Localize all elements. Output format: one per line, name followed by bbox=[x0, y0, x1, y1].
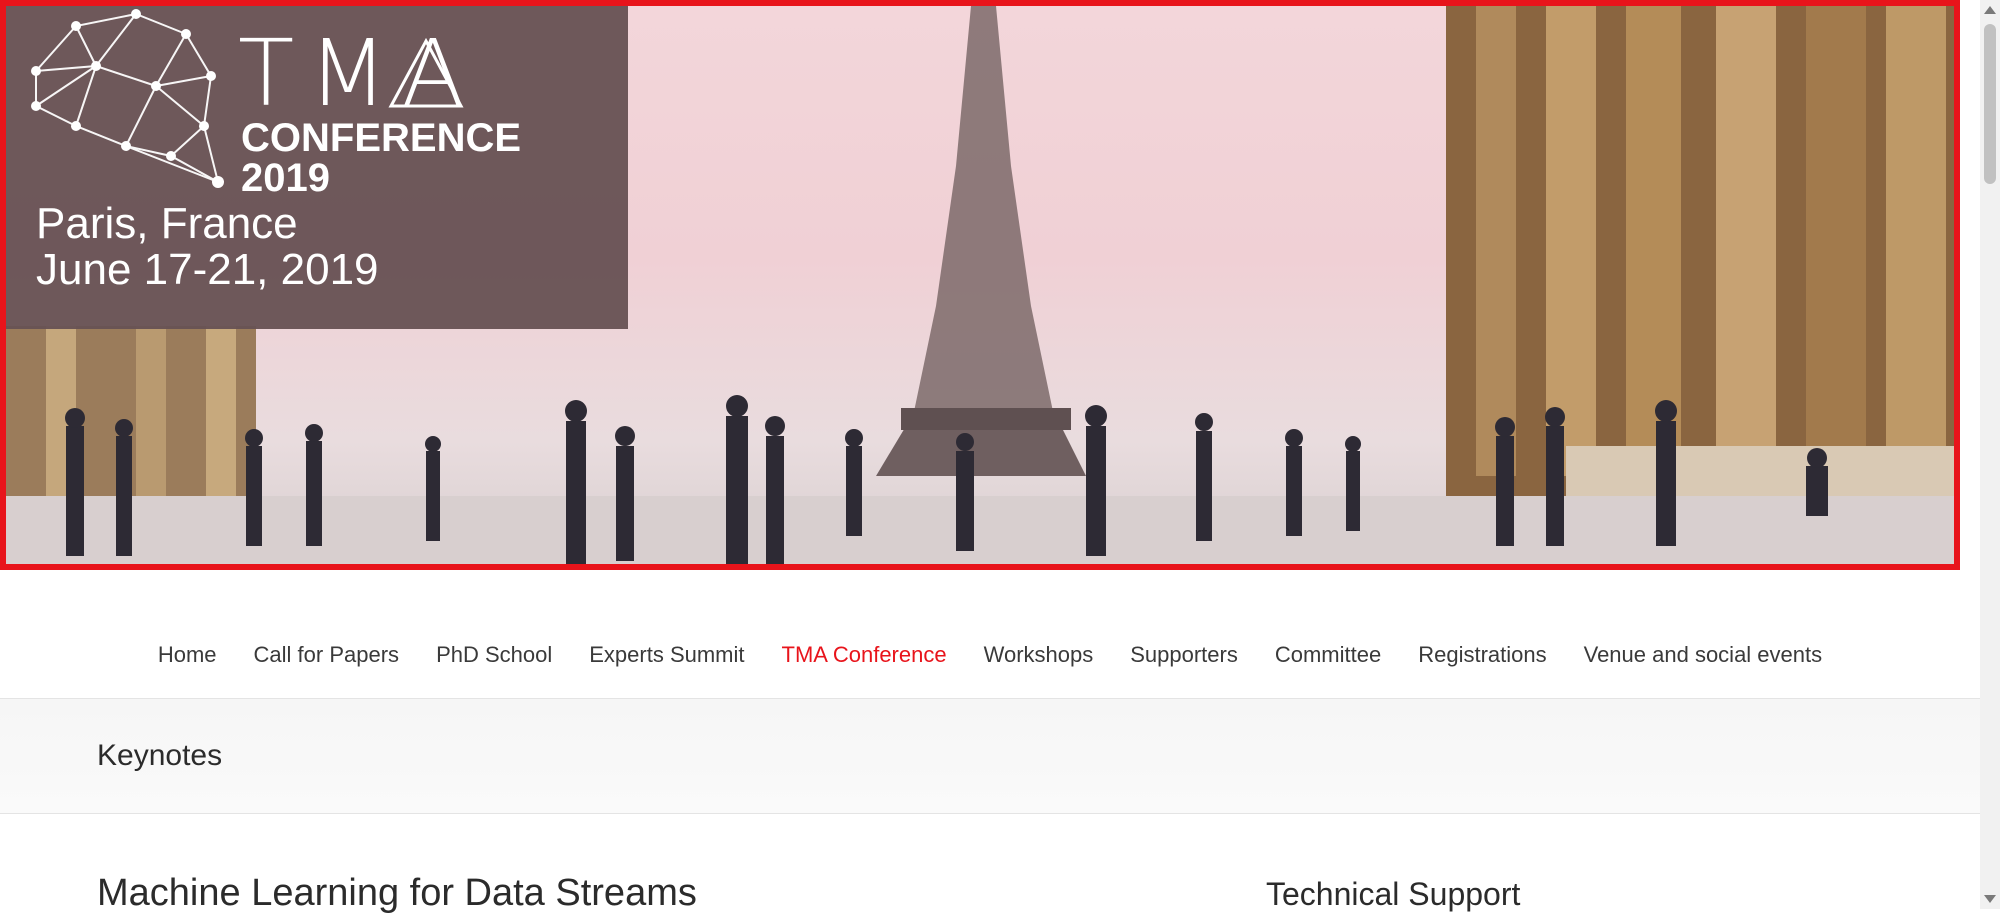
logo-year: 2019 bbox=[241, 156, 330, 200]
nav-item-experts-summit[interactable]: Experts Summit bbox=[589, 642, 744, 668]
hero-banner: TMA CONFERENCE 2019 Paris, France June 1… bbox=[0, 0, 1960, 570]
scrollbar-thumb[interactable] bbox=[1984, 24, 1996, 184]
nav-item-venue-and-social-events[interactable]: Venue and social events bbox=[1584, 642, 1823, 668]
nav-item-committee[interactable]: Committee bbox=[1275, 642, 1381, 668]
nav-item-call-for-papers[interactable]: Call for Papers bbox=[254, 642, 400, 668]
logo-subtitle: CONFERENCE bbox=[241, 116, 522, 160]
conference-dates: June 17-21, 2019 bbox=[36, 245, 379, 294]
page-title-band: Keynotes bbox=[0, 699, 1980, 814]
sidebar-heading: Technical Support bbox=[1266, 876, 1521, 912]
nav-item-home[interactable]: Home bbox=[158, 642, 217, 668]
nav-item-tma-conference[interactable]: TMA Conference bbox=[782, 642, 947, 668]
nav-item-registrations[interactable]: Registrations bbox=[1418, 642, 1546, 668]
page-scrollbar[interactable] bbox=[1980, 0, 2000, 909]
main-navigation: Home Call for Papers PhD School Experts … bbox=[0, 630, 1980, 680]
logo-title: TMA bbox=[238, 20, 479, 127]
scroll-down-arrow-icon[interactable] bbox=[1984, 895, 1996, 903]
nav-item-phd-school[interactable]: PhD School bbox=[436, 642, 552, 668]
page-title: Keynotes bbox=[97, 739, 223, 772]
nav-item-workshops[interactable]: Workshops bbox=[984, 642, 1094, 668]
conference-logo-panel: TMA CONFERENCE 2019 Paris, France June 1… bbox=[6, 6, 628, 329]
scroll-up-arrow-icon[interactable] bbox=[1984, 6, 1996, 14]
conference-city: Paris, France bbox=[36, 199, 298, 248]
nav-item-supporters[interactable]: Supporters bbox=[1130, 642, 1238, 668]
